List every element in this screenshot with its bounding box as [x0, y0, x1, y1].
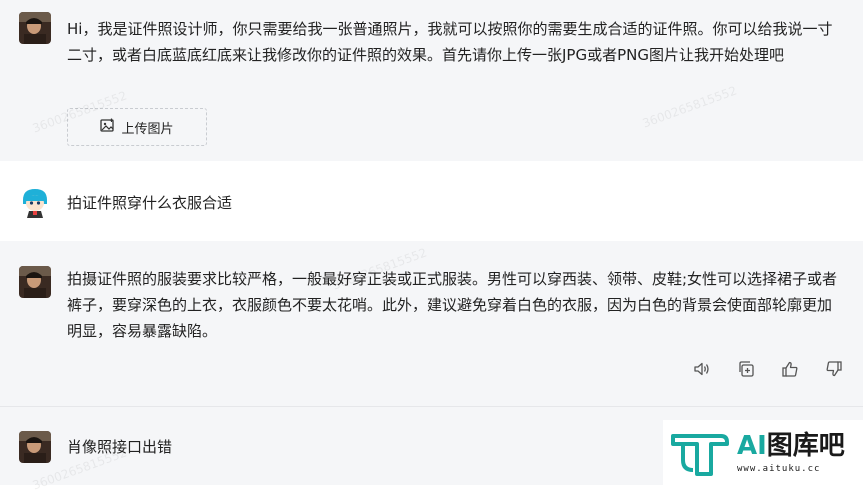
image-upload-icon: [100, 118, 115, 137]
bot-avatar: [19, 431, 51, 463]
user-message-text: 拍证件照穿什么衣服合适: [67, 194, 233, 212]
speaker-icon[interactable]: [693, 360, 711, 378]
logo-mark-icon: [671, 433, 729, 476]
message-actions: [693, 360, 843, 378]
thumbs-down-icon[interactable]: [825, 360, 843, 378]
copy-icon[interactable]: [737, 360, 755, 378]
site-logo: AI图库吧 www.aituku.cc: [663, 420, 863, 485]
upload-image-button[interactable]: 上传图片: [67, 108, 207, 146]
upload-image-label: 上传图片: [121, 121, 174, 137]
bot-message-text: Hi，我是证件照设计师，你只需要给我一张普通照片，我就可以按照你的需要生成合适的…: [67, 20, 833, 64]
thumbs-up-icon[interactable]: [781, 360, 799, 378]
bot-message-2: 拍摄证件照的服装要求比较严格，一般最好穿正装或正式服装。男性可以穿西装、领带、皮…: [0, 241, 863, 406]
logo-title-rest: 图库吧: [766, 430, 845, 461]
user-avatar: [19, 186, 51, 218]
logo-text: AI图库吧 www.aituku.cc: [737, 432, 845, 474]
bot-message-1: Hi，我是证件照设计师，你只需要给我一张普通照片，我就可以按照你的需要生成合适的…: [0, 0, 863, 161]
logo-title: AI图库吧: [737, 432, 845, 460]
bot-message-text: 拍摄证件照的服装要求比较严格，一般最好穿正装或正式服装。男性可以穿西装、领带、皮…: [67, 270, 838, 340]
logo-ai: AI: [737, 430, 767, 461]
user-message-1: 拍证件照穿什么衣服合适: [0, 161, 863, 241]
bot-avatar: [19, 12, 51, 44]
bot-avatar: [19, 266, 51, 298]
logo-url: www.aituku.cc: [737, 463, 821, 474]
